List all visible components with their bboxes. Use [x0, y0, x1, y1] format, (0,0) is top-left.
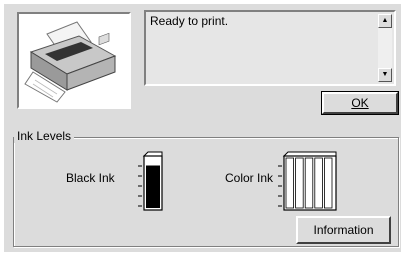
color-ink-level-fill	[285, 157, 294, 209]
ok-button[interactable]: OK	[321, 91, 399, 115]
status-message: Ready to print.	[150, 14, 229, 28]
color-ink-level-fill	[324, 157, 333, 209]
ink-levels-group-label: Ink Levels	[14, 129, 75, 143]
printer-image-frame	[17, 12, 131, 109]
scroll-down-arrow-icon[interactable]: ▼	[378, 68, 392, 82]
ok-button-label: OK	[351, 96, 369, 110]
color-ink-level-fill	[295, 157, 304, 209]
black-ink-level-fill	[146, 165, 160, 208]
information-button-label: Information	[313, 223, 374, 237]
color-ink-cartridge-icon	[278, 151, 337, 211]
black-ink-label: Black Ink	[66, 171, 115, 185]
color-ink-level-fill	[304, 157, 314, 209]
color-ink-level-fill	[314, 157, 323, 209]
information-button[interactable]: Information	[296, 216, 391, 244]
printer-status-dialog: Ready to print. ▲ ▼ OK Ink Levels Black …	[4, 4, 401, 252]
black-ink-cartridge-icon	[138, 151, 163, 211]
status-message-box[interactable]: Ready to print. ▲ ▼	[144, 10, 396, 86]
scroll-up-arrow-icon[interactable]: ▲	[378, 14, 392, 28]
status-scrollbar[interactable]: ▲ ▼	[378, 14, 392, 82]
color-ink-label: Color Ink	[225, 171, 274, 185]
printer-icon	[24, 21, 117, 103]
